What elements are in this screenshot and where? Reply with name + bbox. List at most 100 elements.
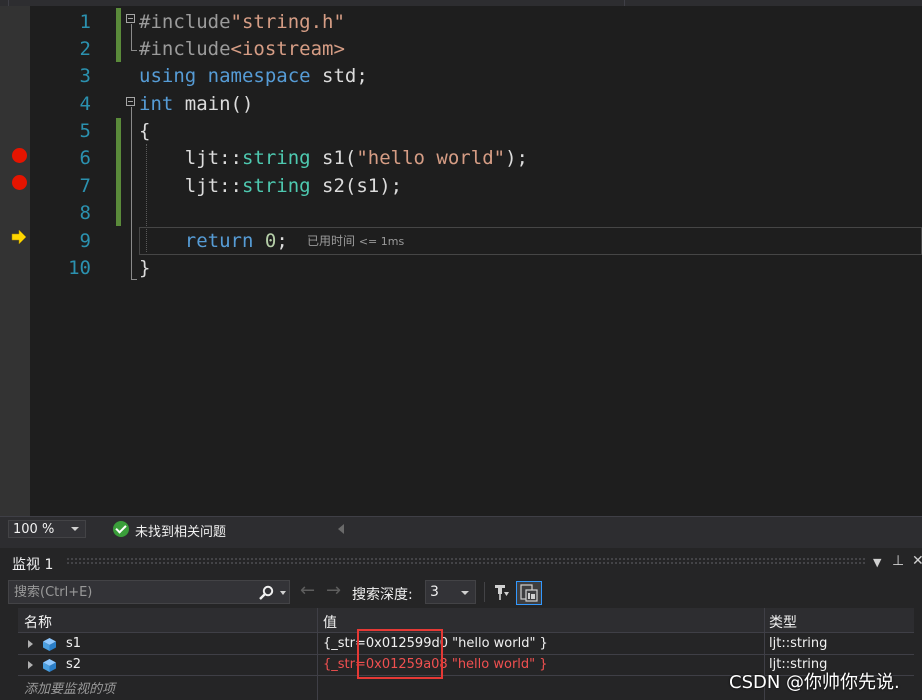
code-line[interactable]: int main() [139,91,253,118]
search-field[interactable] [8,580,290,604]
elapsed-value: <= 1ms [358,235,405,248]
annotation-highlight-box [357,629,443,679]
code-token: using [139,65,197,87]
line-number: 10 [68,257,91,279]
hex-icon [520,584,538,602]
zoom-dropdown[interactable]: 100 % [8,520,86,538]
code-token: ljt:: [139,147,242,169]
expand-icon[interactable] [28,661,33,669]
code-token: #include [139,11,231,33]
column-header-type[interactable]: 类型 [769,612,797,632]
issues-status[interactable]: 未找到相关问题 [135,521,226,540]
code-line[interactable]: #include<iostream> [139,36,345,63]
code-line[interactable]: using namespace std; [139,63,368,90]
code-token: ); [505,147,528,169]
line-number: 3 [79,65,91,87]
change-marker [116,118,121,226]
breakpoint-icon[interactable] [12,175,27,190]
variable-icon [43,659,56,672]
code-line[interactable]: ljt::string s2(s1); [139,173,402,200]
code-token: "string.h" [230,11,345,33]
watch-row[interactable]: s1 {_str=0x012599d0 "hello world" } ljt:… [18,634,914,655]
line-number: 2 [79,38,91,60]
depth-value: 3 [430,584,439,600]
chevron-down-icon[interactable] [280,591,286,595]
line-number: 6 [79,147,91,169]
code-line[interactable]: #include"string.h" [139,9,345,36]
line-number: 5 [79,120,91,142]
code-token: string [241,175,311,197]
depth-dropdown[interactable]: 3 [425,580,476,604]
watch-toolbar: ← → 搜索深度: 3 [0,578,922,606]
chevron-down-icon [461,591,469,595]
code-token: main() [173,93,254,115]
watch-type: ljt::string [769,636,828,651]
breakpoint-icon[interactable] [12,148,27,163]
column-header-name[interactable]: 名称 [24,612,52,632]
line-number: 8 [79,202,91,224]
collapse-icon[interactable] [126,97,135,106]
elapsed-label: 已用时间 [307,234,356,248]
panel-grip[interactable] [66,557,866,565]
variable-icon [43,638,56,651]
line-number: 4 [79,93,91,115]
breakpoint-margin[interactable] [0,6,30,516]
expand-icon[interactable] [28,640,33,648]
code-token: ljt:: [139,175,242,197]
code-token: 0 [264,230,277,252]
code-line[interactable]: return 0; [139,228,288,255]
watch-name: s1 [66,636,82,651]
search-icon[interactable] [258,585,274,601]
add-watch-hint[interactable]: 添加要监视的项 [24,678,115,697]
window-options-icon[interactable]: ▼ [873,554,881,572]
outline-line [131,107,132,279]
code-line[interactable]: { [139,118,150,145]
column-header-value[interactable]: 值 [323,612,337,632]
code-token: #include [139,38,231,60]
panel-title: 监视 1 [12,557,54,573]
watermark: CSDN @你帅你先说. [729,672,900,693]
outline-line [131,50,137,51]
toolbar-divider [484,582,485,602]
code-token: s2(s1); [310,175,403,197]
pin-icon[interactable]: ⊥ [892,552,904,570]
search-input[interactable] [14,583,244,601]
depth-label: 搜索深度: [352,587,413,603]
code-token: int [139,93,174,115]
line-number: 1 [79,11,91,33]
code-token: ; [276,230,288,252]
code-token: s1( [310,147,357,169]
code-token: return [184,230,254,252]
code-line[interactable]: } [139,255,150,282]
chevron-down-icon [71,527,79,531]
filter-pin-icon[interactable] [492,583,510,601]
code-token: "hello world" [356,147,506,169]
perf-tip[interactable]: 已用时间 <= 1ms [307,232,404,249]
code-token: <iostream> [230,38,345,60]
search-previous-icon[interactable]: ← [300,581,315,601]
check-circle-icon [113,521,129,537]
code-line[interactable]: ljt::string s1("hello world"); [139,145,528,172]
scroll-left-icon[interactable] [338,524,344,534]
hex-display-toggle[interactable] [516,581,542,605]
outline-line [131,24,132,50]
outline-line [131,279,137,280]
panel-splitter[interactable] [0,540,922,548]
change-marker [116,8,121,62]
line-number: 9 [79,230,91,252]
search-next-icon[interactable]: → [326,581,341,601]
zoom-value: 100 % [13,522,55,537]
editor-status-bar: 100 % 未找到相关问题 [0,516,922,540]
code-token: namespace [207,65,311,87]
grid-header: 名称 值 类型 [18,608,914,633]
line-number: 7 [79,175,91,197]
close-icon[interactable]: ✕ [912,552,922,570]
current-statement-arrow-icon[interactable] [11,230,27,244]
code-token: { [139,120,151,142]
code-editor[interactable]: 1 2 3 4 5 6 7 8 9 10 #include"string.h" #… [0,6,922,516]
collapse-icon[interactable] [126,14,135,23]
code-token: } [139,257,151,279]
